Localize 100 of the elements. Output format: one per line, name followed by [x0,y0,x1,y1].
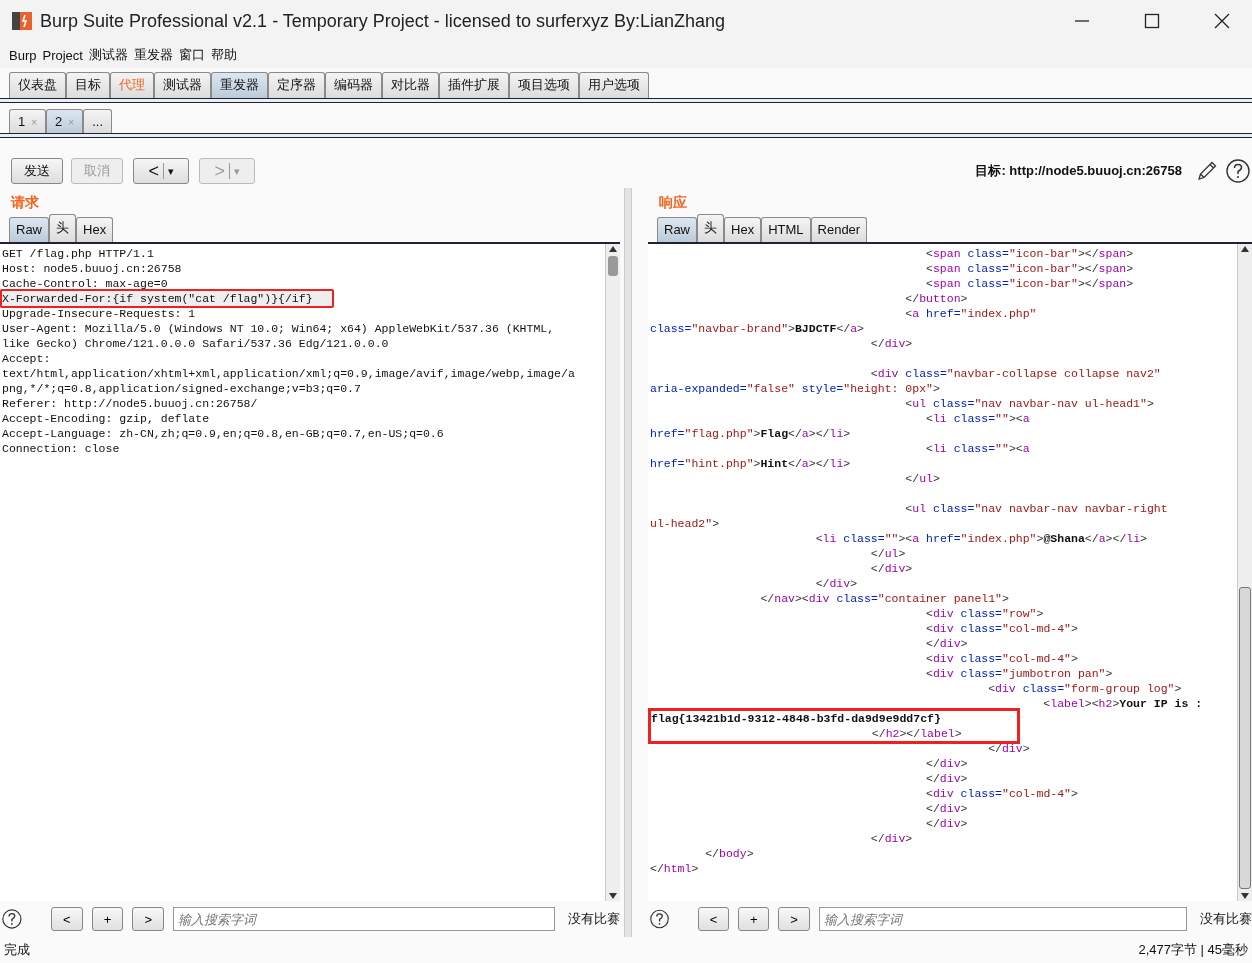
search-nav-button[interactable]: < [698,907,730,931]
code-line: </nav><div class="container panel1"> [759,591,1010,606]
request-line: User-Agent: Mozilla/5.0 (Windows NT 10.0; Win64; x64) AppleWebKit/537.36 (KHTML, [1,321,556,336]
close-icon[interactable] [1214,13,1230,29]
view-tab[interactable]: Hex [76,217,114,242]
tool-tab[interactable]: 编码器 [325,72,382,98]
message-editor[interactable] [648,242,1252,901]
code-line: <span class="icon-bar"></span> [925,246,1135,261]
tool-tab[interactable]: 重发器 [211,72,268,98]
view-tab[interactable]: Render [810,217,868,242]
menu-item[interactable]: 帮助 [210,46,237,64]
code-line: <span class="icon-bar"></span> [925,276,1135,291]
code-line: </h2></label> [648,726,1020,744]
tool-tab[interactable]: 目标 [66,72,110,98]
help-icon[interactable] [1226,159,1250,183]
search-field[interactable]: 输入搜索字词 [173,907,555,931]
code-line: </div> [869,336,914,351]
target-label: 目标: http://node5.buuoj.cn:26758 [975,162,1182,180]
code-line: ul-head2"> [649,516,721,531]
code-line: <a href="index.php" [904,306,1038,321]
code-line: <div class="form-group log"> [987,681,1183,696]
menu-item[interactable]: 测试器 [88,46,128,64]
search-nav-button[interactable]: < [50,907,83,931]
maximize-icon[interactable] [1144,13,1160,29]
menu-item[interactable]: 重发器 [133,46,173,64]
view-tab[interactable]: Raw [657,217,697,242]
code-line: </ul> [904,471,941,486]
match-count: 没有比赛 [1200,910,1252,928]
request-line: Upgrade-Insecure-Requests: 1 [1,306,197,321]
code-line: </div> [987,741,1031,756]
scroll-up-icon[interactable] [1239,244,1251,254]
code-line: </div> [925,756,969,771]
code-line: href="hint.php">Hint</a></li> [649,456,852,471]
code-line: </ul> [869,546,907,561]
request-line: Accept: [1,351,52,366]
tool-tab[interactable]: 插件扩展 [439,72,509,98]
scroll-thumb[interactable] [608,256,618,276]
view-tab[interactable]: Hex [724,217,762,242]
code-line: flag{13421b1d-9312-4848-b3fd-da9d9e9dd7cf} [648,708,1020,726]
search-nav-button[interactable]: > [132,907,165,931]
view-tab[interactable]: Raw [9,217,49,242]
tool-tab[interactable]: 仪表盘 [9,72,66,98]
menu-item[interactable]: Burp [9,47,37,63]
code-line: <li class=""><a [925,411,1031,426]
view-tab[interactable]: 头 [697,214,724,242]
code-line: <ul class="nav navbar-nav navbar-right [904,501,1169,516]
code-line: class="navbar-brand">BJDCTF</a> [649,321,865,336]
app-logo-icon [10,9,34,33]
code-line: </div> [925,771,969,786]
search-field[interactable]: 输入搜索字词 [818,907,1187,931]
code-line: <span class="icon-bar"></span> [925,261,1135,276]
pane-heading: 响应 [659,194,687,212]
request-line: Cache-Control: max-age=0 [1,276,169,291]
search-nav-button[interactable]: + [738,907,770,931]
code-line: <label><h2>Your IP is : [1042,696,1204,711]
help-icon[interactable] [2,909,22,929]
code-line: <div class="col-md-4"> [925,651,1079,666]
history-button[interactable]: < ▾ [133,158,189,184]
code-line: <ul class="nav navbar-nav ul-head1"> [904,396,1155,411]
tool-tab[interactable]: 测试器 [154,72,211,98]
repeater-tab[interactable]: 1 × [9,109,47,133]
scroll-up-icon[interactable] [607,244,619,254]
request-line: Referer: http://node5.buuoj.cn:26758/ [1,396,259,411]
tool-tab[interactable]: 对比器 [382,72,439,98]
code-line: </body> [704,846,755,861]
toolbar-button[interactable]: 发送 [11,158,63,184]
request-line: text/html,application/xhtml+xml,application/xml;q=0.9,image/avif,image/webp,image/a [1,366,576,381]
menu-item[interactable]: Project [42,47,83,63]
scroll-thumb[interactable] [1239,587,1251,889]
search-nav-button[interactable]: > [778,907,810,931]
request-line: GET /flag.php HTTP/1.1 [1,246,155,261]
tool-tab[interactable]: 用户选项 [579,72,649,98]
code-line: </div> [814,576,859,591]
tool-tab[interactable]: 定序器 [268,72,325,98]
code-line: </div> [869,561,914,576]
view-tab[interactable]: 头 [49,214,76,242]
message-editor[interactable] [0,242,620,901]
tool-tab[interactable]: 项目选项 [509,72,579,98]
request-line: png,*/*;q=0.8,application/signed-exchange;v=b3;q=0.7 [1,381,362,396]
pane-heading: 请求 [11,194,39,212]
scrollbar[interactable] [1237,244,1252,901]
code-line: href="flag.php">Flag</a></li> [649,426,852,441]
view-tab[interactable]: HTML [761,217,811,242]
match-count: 没有比赛 [568,910,620,928]
menu-item[interactable]: 窗口 [178,46,205,64]
response-stats: 2,477字节 | 45毫秒 [1138,941,1248,959]
code-line: </button> [904,291,969,306]
request-line: Accept-Language: zh-CN,zh;q=0.9,en;q=0.8,en-GB;q=0.7,en-US;q=0.6 [1,426,445,441]
code-line: </div> [925,801,969,816]
pencil-icon[interactable] [1196,160,1218,182]
repeater-tab[interactable]: 2 × [46,109,84,133]
scrollbar[interactable] [605,244,620,901]
code-line: </div> [869,831,914,846]
help-icon[interactable] [650,909,670,929]
code-line: </div> [925,816,969,831]
search-nav-button[interactable]: + [91,907,124,931]
repeater-tab[interactable]: ... [83,109,112,133]
code-line: <li class=""><a href="index.php">@Shana</a></li> [814,531,1148,546]
scroll-down-icon[interactable] [1239,891,1251,901]
scroll-down-icon[interactable] [607,891,619,901]
